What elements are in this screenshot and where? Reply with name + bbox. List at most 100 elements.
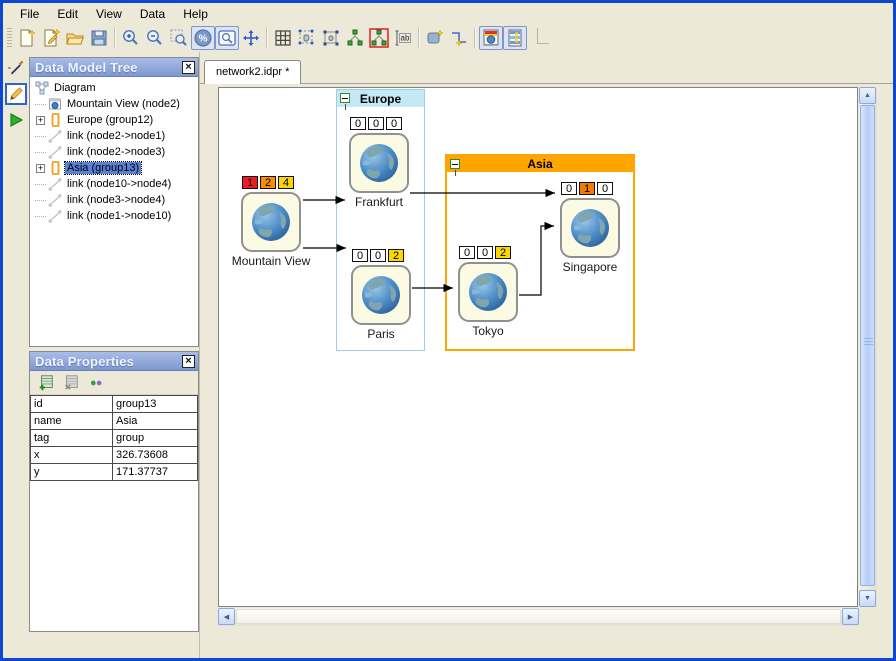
tree-item-link-node3-node4[interactable]: link (node3->node4) xyxy=(30,192,198,208)
data-model-tree-title: Data Model Tree xyxy=(35,60,138,75)
style-brush-icon xyxy=(6,58,26,78)
property-value[interactable]: 171.37737 xyxy=(113,464,198,481)
property-row-x: x326.73608 xyxy=(31,447,198,464)
zoom-area-button[interactable] xyxy=(167,26,191,50)
close-icon[interactable]: × xyxy=(182,355,195,368)
save-file-icon xyxy=(89,28,109,48)
diagram-canvas[interactable]: EuropeAsia124Mountain View000Frankfurt00… xyxy=(218,87,858,607)
panel-toggle-button[interactable] xyxy=(503,26,527,50)
node-paris[interactable] xyxy=(351,265,411,325)
tree-item-mountain-view-node2[interactable]: Mountain View (node2) xyxy=(30,96,198,112)
horizontal-scrollbar[interactable]: ◀ ▶ xyxy=(218,608,859,626)
run-icon xyxy=(6,110,26,130)
node-mountain-view[interactable] xyxy=(241,192,301,252)
tree-item-label: link (node2->node1) xyxy=(65,130,167,142)
group-icon xyxy=(48,161,62,175)
zoom-in-button[interactable] xyxy=(119,26,143,50)
globe-icon xyxy=(466,270,510,314)
property-key: x xyxy=(31,447,113,464)
property-value[interactable]: 326.73608 xyxy=(113,447,198,464)
scroll-left-button[interactable]: ◀ xyxy=(218,608,235,625)
property-key: id xyxy=(31,396,113,413)
tree-item-europe-group12[interactable]: +Europe (group12) xyxy=(30,112,198,128)
tree-layout-selected-button[interactable] xyxy=(367,26,391,50)
open-file-button[interactable] xyxy=(63,26,87,50)
property-key: name xyxy=(31,413,113,430)
zoom-out-button[interactable] xyxy=(143,26,167,50)
tree-item-asia-group13[interactable]: +Asia (group13) xyxy=(30,160,198,176)
badge: 0 xyxy=(370,249,386,262)
tree-item-link-node2-node1[interactable]: link (node2->node1) xyxy=(30,128,198,144)
vertical-scroll-track[interactable] xyxy=(859,104,877,590)
menu-data[interactable]: Data xyxy=(131,5,174,23)
vertical-scroll-thumb[interactable] xyxy=(860,105,875,586)
run-button[interactable] xyxy=(5,109,27,131)
tab-network2[interactable]: network2.idpr * xyxy=(204,60,301,84)
toolbar-separator xyxy=(418,28,420,48)
menu-file[interactable]: File xyxy=(11,5,48,23)
tree-item-diagram[interactable]: Diagram xyxy=(30,80,198,96)
show-types-button[interactable] xyxy=(87,374,105,392)
group-icon xyxy=(48,113,62,127)
zoom-percent-button[interactable]: % xyxy=(191,26,215,50)
create-link-button[interactable] xyxy=(447,26,471,50)
tree-expander[interactable]: + xyxy=(34,160,47,176)
pan-tool-button[interactable] xyxy=(239,26,263,50)
tree-item-link-node1-node10[interactable]: link (node1->node10) xyxy=(30,208,198,224)
overview-window-icon xyxy=(217,28,237,48)
node-tokyo[interactable] xyxy=(458,262,518,322)
badge: 1 xyxy=(242,176,258,189)
toolbar-grip[interactable] xyxy=(7,28,12,48)
menu-view[interactable]: View xyxy=(87,5,131,23)
node-singapore[interactable] xyxy=(560,198,620,258)
badge: 0 xyxy=(368,117,384,130)
style-brush-button[interactable] xyxy=(5,57,27,79)
model-tree: Diagram Mountain View (node2) +Europe (gro… xyxy=(30,77,198,346)
node-frankfurt[interactable] xyxy=(349,133,409,193)
grid-toggle-button[interactable] xyxy=(271,26,295,50)
horizontal-scroll-thumb[interactable] xyxy=(236,609,841,624)
menu-help[interactable]: Help xyxy=(174,5,217,23)
tree-item-link-node2-node3[interactable]: link (node2->node3) xyxy=(30,144,198,160)
scroll-down-button[interactable]: ▼ xyxy=(859,590,876,607)
tree-layout-selected-icon xyxy=(369,28,389,48)
create-node-button[interactable] xyxy=(423,26,447,50)
transform-tool-button[interactable] xyxy=(319,26,343,50)
tree-item-link-node10-node4[interactable]: link (node10->node4) xyxy=(30,176,198,192)
editor-column: network2.idpr * EuropeAsia124Mountain Vi… xyxy=(199,52,893,658)
menu-edit[interactable]: Edit xyxy=(48,5,87,23)
property-value[interactable]: group xyxy=(113,430,198,447)
tree-layout-icon xyxy=(345,28,365,48)
globe-icon xyxy=(359,273,403,317)
property-value[interactable]: Asia xyxy=(113,413,198,430)
select-tool-icon xyxy=(297,28,317,48)
new-document-button[interactable] xyxy=(15,26,39,50)
node-label: Mountain View xyxy=(218,254,331,268)
scroll-up-button[interactable]: ▲ xyxy=(859,87,876,104)
overview-window-button[interactable] xyxy=(215,26,239,50)
badge: 0 xyxy=(597,182,613,195)
property-value[interactable]: group13 xyxy=(113,396,198,413)
property-row-y: y171.37737 xyxy=(31,464,198,481)
globe-icon xyxy=(249,200,293,244)
label-tool-button[interactable]: ab xyxy=(391,26,415,50)
tree-expander[interactable]: + xyxy=(34,112,47,128)
edit-pencil-button[interactable] xyxy=(5,83,27,105)
edit-wizard-button[interactable] xyxy=(39,26,63,50)
node-style-view-button[interactable] xyxy=(479,26,503,50)
tree-item-label: Mountain View (node2) xyxy=(65,98,182,110)
toolbar-separator xyxy=(474,28,476,48)
close-icon[interactable]: × xyxy=(182,61,195,74)
toolbar-separator xyxy=(114,28,116,48)
add-property-button[interactable] xyxy=(37,374,55,392)
horizontal-scroll-track[interactable] xyxy=(235,608,842,626)
select-tool-button[interactable] xyxy=(295,26,319,50)
scroll-right-button[interactable]: ▶ xyxy=(842,608,859,625)
badges-mountain-view: 124 xyxy=(242,176,294,189)
tree-layout-button[interactable] xyxy=(343,26,367,50)
save-file-button[interactable] xyxy=(87,26,111,50)
create-node-icon xyxy=(425,28,445,48)
node-label: Tokyo xyxy=(428,324,548,338)
vertical-scrollbar[interactable]: ▲ ▼ xyxy=(859,87,877,607)
badge: 0 xyxy=(350,117,366,130)
